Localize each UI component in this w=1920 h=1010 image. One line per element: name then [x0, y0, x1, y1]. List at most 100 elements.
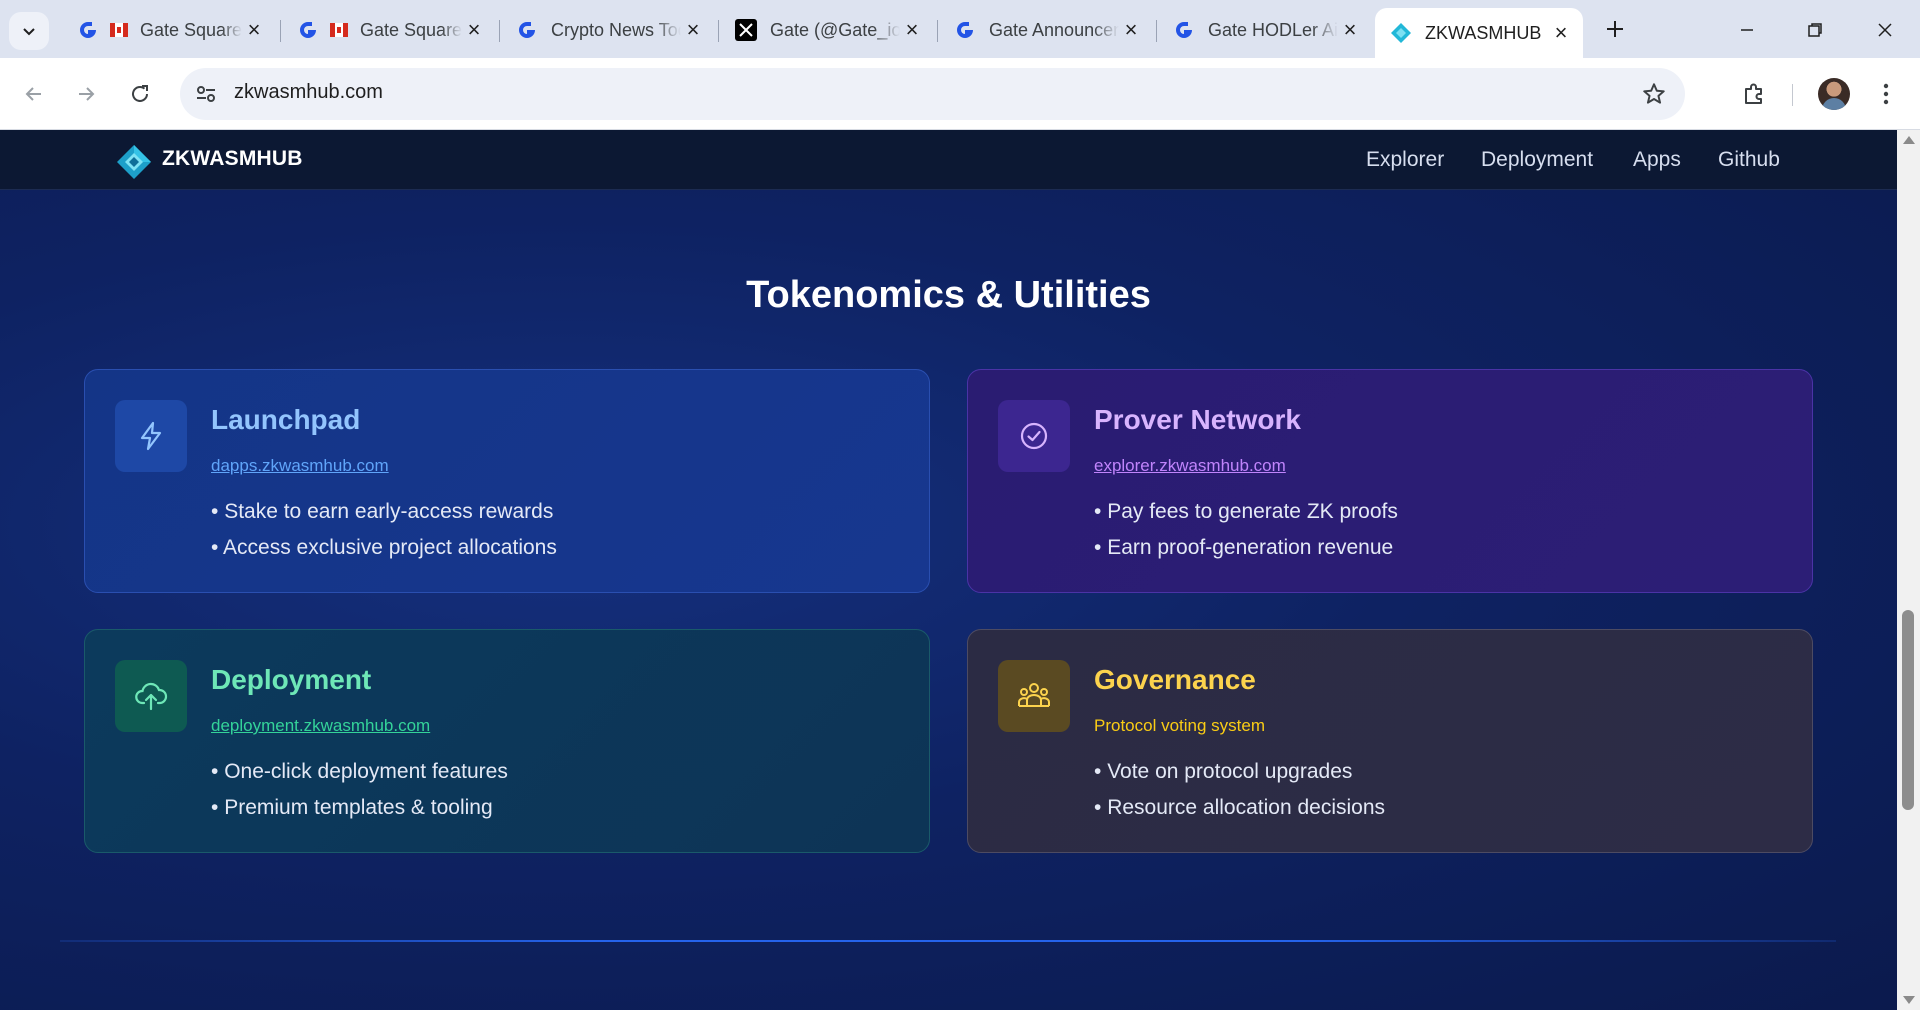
card-title: Prover Network	[1094, 404, 1301, 435]
site-navbar: ZKWASMHUB Explorer Deployment Apps Githu…	[0, 130, 1897, 190]
puzzle-icon	[1745, 83, 1762, 104]
browser-toolbar: zkwasmhub.com	[0, 58, 1920, 130]
close-icon[interactable]: ×	[242, 17, 266, 42]
browser-tab[interactable]: Gate Square ×	[62, 10, 276, 50]
plus-icon	[1607, 21, 1623, 37]
new-tab-button[interactable]	[1600, 14, 1630, 44]
browser-tab[interactable]: Gate Announcements ×	[939, 10, 1153, 50]
governance-card: Governance Protocol voting system Vote o…	[967, 629, 1813, 853]
list-item: Premium templates & tooling	[211, 790, 508, 826]
x-icon	[734, 18, 758, 42]
governance-icon-box	[998, 660, 1070, 732]
gate-icon	[515, 18, 539, 42]
scroll-down-arrow-icon[interactable]	[1903, 996, 1915, 1004]
browser-tab-active[interactable]: ZKWASMHUB ×	[1375, 8, 1583, 58]
people-group-icon	[1018, 683, 1050, 707]
launchpad-icon-box	[115, 400, 187, 472]
tab-title: Gate (@Gate_io)	[770, 19, 900, 40]
arrow-left-icon	[25, 87, 41, 101]
tab-title: Gate HODLer Airdrop	[1208, 19, 1338, 40]
extensions-button[interactable]	[1738, 78, 1770, 110]
prover-link[interactable]: explorer.zkwasmhub.com	[1094, 456, 1286, 476]
feature-list: Stake to earn early-access rewards Acces…	[211, 494, 557, 566]
nav-link-explorer[interactable]: Explorer	[1366, 148, 1444, 172]
site-settings-icon[interactable]	[194, 82, 218, 106]
reload-button[interactable]	[122, 76, 158, 112]
scroll-up-arrow-icon[interactable]	[1903, 136, 1915, 144]
deployment-icon-box	[115, 660, 187, 732]
prover-network-card: Prover Network explorer.zkwasmhub.com Pa…	[967, 369, 1813, 593]
scrollbar-thumb[interactable]	[1902, 610, 1914, 810]
arrow-right-icon	[79, 87, 95, 101]
bookmark-star-icon[interactable]	[1641, 81, 1667, 107]
feature-list: Pay fees to generate ZK proofs Earn proo…	[1094, 494, 1398, 566]
close-icon[interactable]: ×	[1549, 20, 1573, 45]
chevron-down-icon	[23, 28, 35, 36]
forward-button[interactable]	[68, 76, 104, 112]
gate-icon	[953, 18, 977, 42]
tab-title: Gate Announcements	[989, 19, 1119, 40]
tab-divider	[1156, 20, 1157, 42]
restore-icon	[1808, 23, 1822, 37]
list-item: Stake to earn early-access rewards	[211, 494, 557, 530]
back-button[interactable]	[16, 76, 52, 112]
tab-title: Crypto News Today	[551, 19, 681, 40]
browser-tab[interactable]: Gate Square ×	[282, 10, 496, 50]
brand-name[interactable]: ZKWASMHUB	[162, 147, 303, 171]
tab-divider	[280, 20, 281, 42]
prover-icon-box	[998, 400, 1070, 472]
close-icon[interactable]: ×	[900, 17, 924, 42]
card-title: Launchpad	[211, 404, 361, 435]
list-item: Pay fees to generate ZK proofs	[1094, 494, 1398, 530]
tab-title: Gate Square	[140, 19, 242, 40]
nav-link-deployment[interactable]: Deployment	[1481, 148, 1593, 172]
close-icon[interactable]: ×	[681, 17, 705, 42]
tab-divider	[718, 20, 719, 42]
page-scrollbar[interactable]	[1897, 130, 1920, 1010]
restore-button[interactable]	[1792, 10, 1838, 50]
browser-tab-bar: Gate Square × Gate Square × Crypto News …	[0, 0, 1920, 58]
tab-title: Gate Square	[360, 19, 462, 40]
cloud-upload-icon	[135, 682, 168, 711]
tab-search-button[interactable]	[9, 12, 49, 50]
nav-link-github[interactable]: Github	[1718, 148, 1780, 172]
lightning-icon	[140, 421, 162, 451]
zkwasmhub-logo-icon[interactable]	[116, 144, 152, 180]
profile-avatar[interactable]	[1818, 78, 1850, 110]
list-item: Resource allocation decisions	[1094, 790, 1385, 826]
zkwasmhub-logo-icon	[1389, 21, 1413, 45]
card-title: Governance	[1094, 664, 1256, 695]
section-title: Tokenomics & Utilities	[746, 274, 1151, 316]
tab-divider	[499, 20, 500, 42]
launchpad-card: Launchpad dapps.zkwasmhub.com Stake to e…	[84, 369, 930, 593]
nav-link-apps[interactable]: Apps	[1633, 148, 1681, 172]
check-circle-icon	[1020, 422, 1048, 450]
deployment-link[interactable]: deployment.zkwasmhub.com	[211, 716, 430, 736]
feature-list: Vote on protocol upgrades Resource alloc…	[1094, 754, 1385, 826]
gate-icon	[1172, 18, 1196, 42]
tab-title: ZKWASMHUB	[1425, 22, 1542, 43]
canada-flag-icon	[110, 23, 128, 37]
close-window-button[interactable]	[1862, 10, 1908, 50]
browser-tab[interactable]: Crypto News Today ×	[501, 10, 715, 50]
minimize-button[interactable]	[1724, 10, 1770, 50]
gate-icon	[296, 18, 320, 42]
browser-menu-button[interactable]	[1870, 78, 1902, 110]
browser-tab[interactable]: Gate HODLer Airdrop ×	[1158, 10, 1372, 50]
reload-icon	[132, 85, 148, 102]
gate-icon	[76, 18, 100, 42]
url-text[interactable]: zkwasmhub.com	[234, 81, 383, 104]
close-icon[interactable]: ×	[1119, 17, 1143, 42]
list-item: Access exclusive project allocations	[211, 530, 557, 566]
toolbar-divider	[1792, 84, 1793, 106]
more-vertical-icon	[1883, 83, 1889, 105]
list-item: Earn proof-generation revenue	[1094, 530, 1398, 566]
section-divider	[60, 940, 1836, 942]
page-viewport: ZKWASMHUB Explorer Deployment Apps Githu…	[0, 130, 1897, 1010]
address-bar[interactable]: zkwasmhub.com	[180, 68, 1685, 120]
close-icon[interactable]: ×	[1338, 17, 1362, 42]
launchpad-link[interactable]: dapps.zkwasmhub.com	[211, 456, 389, 476]
minimize-icon	[1741, 29, 1753, 31]
browser-tab[interactable]: Gate (@Gate_io) ×	[720, 10, 934, 50]
close-icon[interactable]: ×	[462, 17, 486, 42]
